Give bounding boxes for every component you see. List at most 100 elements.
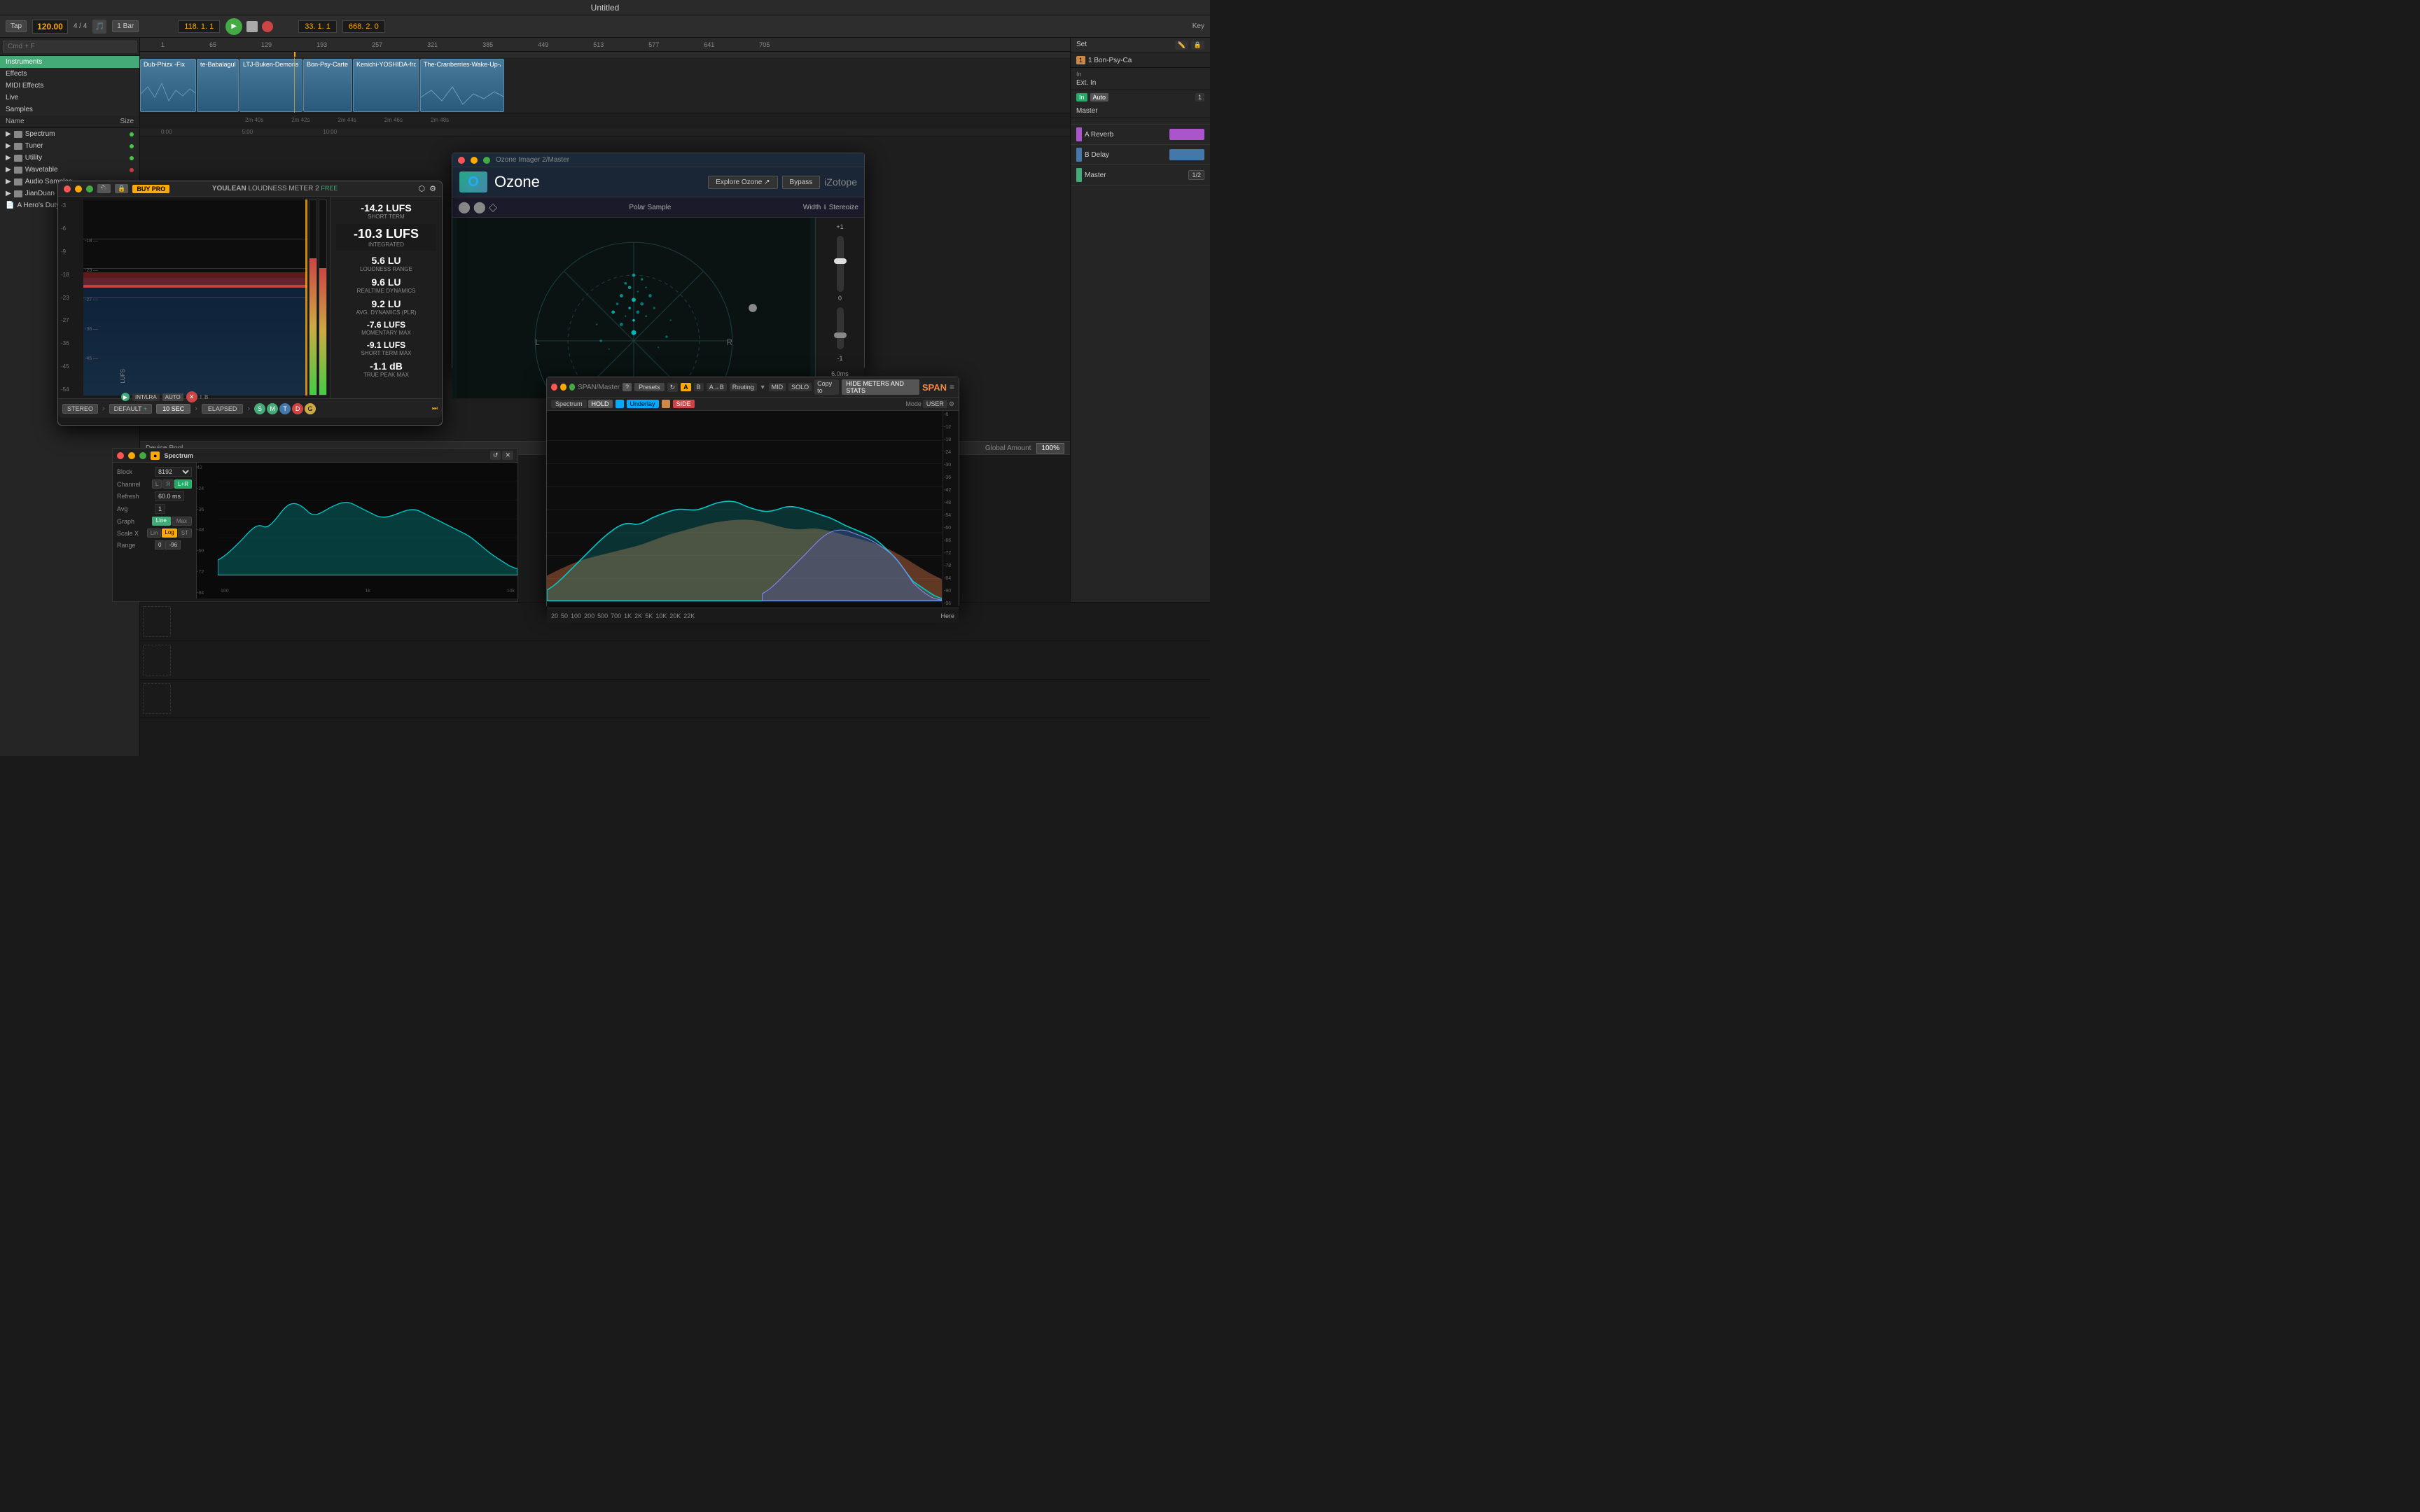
play-dot[interactable]: ▶ (121, 393, 130, 401)
close-button[interactable] (551, 384, 557, 391)
menu-icon[interactable]: ≡ (950, 382, 954, 392)
tempo-display[interactable]: 120.00 (32, 20, 68, 34)
empty-slot[interactable] (143, 645, 171, 676)
explore-ozone-button[interactable]: Explore Ozone ↗ (708, 176, 777, 189)
minimize-button[interactable] (471, 157, 478, 164)
beats-display[interactable]: 668. 2. 0 (342, 20, 385, 33)
maximize-button[interactable] (483, 157, 490, 164)
power-led[interactable]: ● (151, 451, 160, 460)
width-slider[interactable] (837, 236, 844, 292)
audio-clip[interactable]: Dub-Phizx -Fix (140, 59, 196, 112)
sidebar-item-spectrum[interactable]: ▶ Spectrum (0, 128, 139, 140)
log-btn[interactable]: Log (162, 528, 176, 538)
settings-icon[interactable]: ⚙ (429, 184, 436, 193)
maximize-button[interactable] (139, 452, 146, 459)
ab-btn[interactable]: A→B (707, 383, 727, 391)
lin-btn[interactable]: Lin (147, 528, 162, 538)
sidebar-item-tuner[interactable]: ▶ Tuner (0, 140, 139, 152)
hold-btn[interactable]: HOLD (588, 400, 613, 408)
spectrum-tab[interactable]: Spectrum (551, 400, 587, 408)
presets-btn[interactable]: Presets (634, 383, 665, 391)
fx-reverb[interactable]: A Reverb (1071, 125, 1210, 145)
sidebar-item-instruments[interactable]: Instruments (0, 56, 139, 68)
settings-icon2[interactable]: ⚙ (949, 400, 954, 408)
refresh-value[interactable]: 60.0 ms (155, 491, 184, 501)
solo-btn[interactable]: SOLO (788, 383, 812, 391)
fx-master[interactable]: Master 1/2 (1071, 165, 1210, 186)
max-btn[interactable]: Max (172, 517, 192, 526)
record-button[interactable] (262, 21, 273, 32)
audio-clip[interactable]: Bon-Psy-Carte (303, 59, 352, 112)
copy-to-btn[interactable]: Copy to (814, 379, 839, 395)
position-display[interactable]: 118. 1. 1 (178, 20, 220, 33)
line-btn[interactable]: Line (152, 517, 171, 526)
forward-btn[interactable]: ⏭ (432, 405, 438, 412)
close-button[interactable] (458, 157, 465, 164)
reset-btn[interactable]: ✕ (186, 391, 197, 402)
minimize-button[interactable] (560, 384, 566, 391)
plugin-ctrl1[interactable]: ↺ (490, 451, 501, 460)
sidebar-item-midi[interactable]: MIDI Effects (0, 80, 139, 92)
range-low[interactable]: 0 (155, 540, 165, 550)
routing-btn[interactable]: Routing (730, 383, 757, 391)
auto-btn[interactable]: Auto (1090, 93, 1109, 102)
search-input[interactable] (3, 41, 137, 52)
underlay-btn[interactable]: Underlay (627, 400, 659, 408)
tab-icon-1[interactable]: ⬤ (458, 200, 471, 214)
loop-btn[interactable]: 1 Bar (112, 20, 139, 32)
side-btn[interactable]: SIDE (673, 400, 695, 408)
maximize-button[interactable] (86, 186, 93, 192)
tab-icon-3[interactable]: ◇ (489, 200, 497, 214)
minimize-button[interactable] (75, 186, 82, 192)
default-btn[interactable]: DEFAULT + (109, 404, 152, 414)
ch-r-btn[interactable]: R (162, 479, 174, 489)
audio-clip[interactable]: Kenichi-YOSHIDA-from-Yosh (353, 59, 419, 112)
minimize-button[interactable] (128, 452, 135, 459)
sidebar-item-live[interactable]: Live (0, 92, 139, 104)
d-icon[interactable]: D (292, 403, 303, 414)
edit-icon[interactable]: ✏️ (1175, 41, 1188, 50)
sidebar-item-utility[interactable]: ▶ Utility (0, 152, 139, 164)
stereo-btn[interactable]: STEREO (62, 404, 98, 414)
s-icon[interactable]: S (254, 403, 265, 414)
auto-btn2[interactable]: AUTO (162, 393, 183, 401)
empty-slot[interactable] (143, 683, 171, 714)
time-select[interactable]: 10 SEC (156, 404, 190, 414)
bypass-button[interactable]: Bypass (782, 176, 821, 189)
maximize-button[interactable] (569, 384, 576, 391)
empty-slot[interactable] (143, 606, 171, 637)
hide-btn[interactable]: HIDE METERS AND STATS (842, 379, 919, 395)
block-select[interactable]: 8192 (155, 467, 192, 477)
user-btn[interactable]: USER (923, 400, 947, 408)
elapsed-btn[interactable]: ELAPSED (202, 404, 244, 414)
b-btn[interactable]: B (694, 383, 704, 391)
ch-lr-btn[interactable]: L+R (174, 479, 192, 489)
fx-delay[interactable]: B Delay (1071, 145, 1210, 165)
audio-clip[interactable]: LTJ-Buken-Demons-Them (239, 59, 302, 112)
play-button[interactable]: ▶ (225, 18, 242, 35)
delay-slider[interactable] (837, 307, 844, 349)
ch-l-btn[interactable]: L (152, 479, 162, 489)
in-btn[interactable]: In (1076, 93, 1087, 102)
int-lra-btn[interactable]: INT/LRA (132, 393, 160, 401)
audio-clip[interactable]: te-Babalagul (197, 59, 239, 112)
mid-btn[interactable]: MID (769, 383, 786, 391)
refresh-icon[interactable]: ↻ (667, 383, 679, 392)
routing-dropdown[interactable]: ▼ (760, 384, 766, 391)
lock-icon[interactable]: 🔒 (1191, 41, 1204, 50)
avg-value[interactable]: 1 (155, 504, 165, 514)
plugin-ctrl2[interactable]: ✕ (502, 451, 513, 460)
expand-icon[interactable]: ⬡ (419, 184, 426, 193)
global-amount-value[interactable]: 100% (1036, 443, 1064, 454)
range-high[interactable]: -96 (165, 540, 181, 550)
tap-button[interactable]: Tap (6, 20, 27, 32)
g-icon[interactable]: G (305, 403, 316, 414)
sidebar-item-effects[interactable]: Effects (0, 68, 139, 80)
st-btn[interactable]: ST (178, 528, 192, 538)
stop-button[interactable] (246, 21, 258, 32)
sidebar-item-wavetable[interactable]: ▶ Wavetable (0, 164, 139, 176)
tab-icon-2[interactable]: ⬤ (473, 200, 486, 214)
help-btn[interactable]: ? (623, 383, 632, 391)
audio-clip[interactable]: The-Cranberries-Wake-Up-Ar (420, 59, 504, 112)
buy-pro-badge[interactable]: BUY PRO (132, 185, 169, 193)
